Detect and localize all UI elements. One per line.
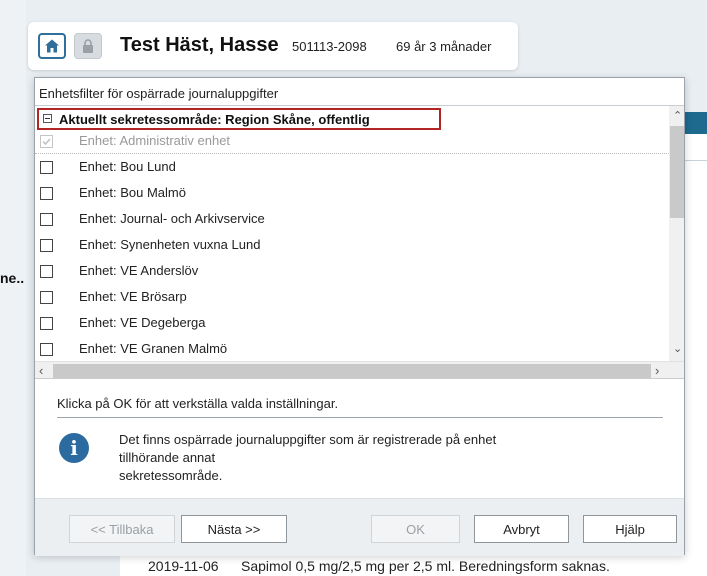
collapse-icon[interactable]: [43, 114, 52, 123]
list-item[interactable]: Enhet: Journal- och Arkivservice: [35, 209, 669, 235]
truncated-label: ne..: [0, 270, 25, 286]
checkbox[interactable]: [40, 161, 53, 174]
background-panel: [0, 0, 26, 576]
row-date: 2019-11-06: [148, 558, 219, 574]
unit-filter-dialog: Enhetsfilter för ospärrade journaluppgif…: [34, 77, 685, 556]
unit-label: Enhet: Bou Lund: [79, 159, 176, 174]
unit-label: Enhet: VE Degeberga: [79, 315, 206, 330]
dialog-title: Enhetsfilter för ospärrade journaluppgif…: [39, 86, 279, 101]
checkbox: [40, 135, 53, 148]
horizontal-scrollbar[interactable]: ‹ ›: [35, 361, 684, 378]
cancel-button[interactable]: Avbryt: [474, 515, 569, 543]
info-icon: i: [59, 433, 89, 463]
lock-button[interactable]: [74, 33, 102, 59]
checkbox[interactable]: [40, 265, 53, 278]
scroll-up-icon[interactable]: ⌃: [673, 109, 682, 122]
vertical-scrollbar[interactable]: ⌃ ⌄: [669, 106, 684, 361]
list-item[interactable]: Enhet: Bou Lund: [35, 157, 669, 183]
scroll-left-icon[interactable]: ‹: [39, 363, 43, 378]
scroll-right-icon[interactable]: ›: [655, 363, 659, 378]
patient-age: 69 år 3 månader: [396, 39, 492, 54]
unit-list: Aktuellt sekretessområde: Region Skåne, …: [35, 105, 684, 379]
divider: [57, 417, 663, 418]
checkbox[interactable]: [40, 187, 53, 200]
instruction-text: Klicka på OK för att verkställa valda in…: [57, 396, 339, 411]
checkbox[interactable]: [40, 239, 53, 252]
patient-header: Test Häst, Hasse 501113-2098 69 år 3 mån…: [28, 22, 518, 70]
list-item[interactable]: Enhet: Administrativ enhet: [35, 131, 669, 154]
scrollbar-thumb[interactable]: [670, 126, 684, 218]
unit-label: Enhet: Bou Malmö: [79, 185, 186, 200]
checkbox[interactable]: [40, 317, 53, 330]
checkbox[interactable]: [40, 213, 53, 226]
scrollbar-thumb[interactable]: [53, 364, 651, 378]
list-item[interactable]: Enhet: Synenheten vuxna Lund: [35, 235, 669, 261]
back-button[interactable]: << Tillbaka: [69, 515, 175, 543]
patient-id: 501113-2098: [292, 39, 367, 54]
home-button[interactable]: [38, 33, 66, 59]
help-button[interactable]: Hjälp: [583, 515, 677, 543]
checkbox[interactable]: [40, 343, 53, 356]
list-item[interactable]: Enhet: Bou Malmö: [35, 183, 669, 209]
list-item[interactable]: Enhet: VE Anderslöv: [35, 261, 669, 287]
unit-label: Enhet: Journal- och Arkivservice: [79, 211, 265, 226]
background-row: 2019-11-06 Sapimol 0,5 mg/2,5 mg per 2,5 …: [148, 558, 610, 574]
unit-label: Enhet: VE Granen Malmö: [79, 341, 228, 356]
info-line: sekretessområde.: [119, 468, 223, 483]
row-text: Sapimol 0,5 mg/2,5 mg per 2,5 ml. Beredn…: [241, 558, 610, 574]
patient-name: Test Häst, Hasse: [120, 34, 279, 56]
info-line: tillhörande annat: [119, 450, 216, 465]
unit-label: Enhet: VE Anderslöv: [79, 263, 199, 278]
dialog-footer: << Tillbaka Nästa >> OK Avbryt Hjälp: [35, 498, 684, 556]
unit-label: Enhet: Synenheten vuxna Lund: [79, 237, 261, 252]
ok-button[interactable]: OK: [371, 515, 460, 543]
home-icon: [45, 39, 59, 53]
list-item[interactable]: Enhet: VE Brösarp: [35, 287, 669, 313]
unit-label: Enhet: Administrativ enhet: [79, 133, 231, 148]
checkbox[interactable]: [40, 291, 53, 304]
unit-label: Enhet: VE Brösarp: [79, 289, 187, 304]
info-line: Det finns ospärrade journaluppgifter som…: [119, 432, 497, 447]
checkmark-icon: [42, 138, 51, 146]
lock-icon: [83, 39, 93, 53]
group-header[interactable]: Aktuellt sekretessområde: Region Skåne, …: [37, 108, 441, 130]
scroll-down-icon[interactable]: ⌄: [673, 342, 682, 355]
list-item[interactable]: Enhet: VE Degeberga: [35, 313, 669, 339]
group-label: Aktuellt sekretessområde: Region Skåne, …: [59, 112, 370, 127]
info-message: Det finns ospärrade journaluppgifter som…: [119, 431, 496, 485]
next-button[interactable]: Nästa >>: [181, 515, 287, 543]
